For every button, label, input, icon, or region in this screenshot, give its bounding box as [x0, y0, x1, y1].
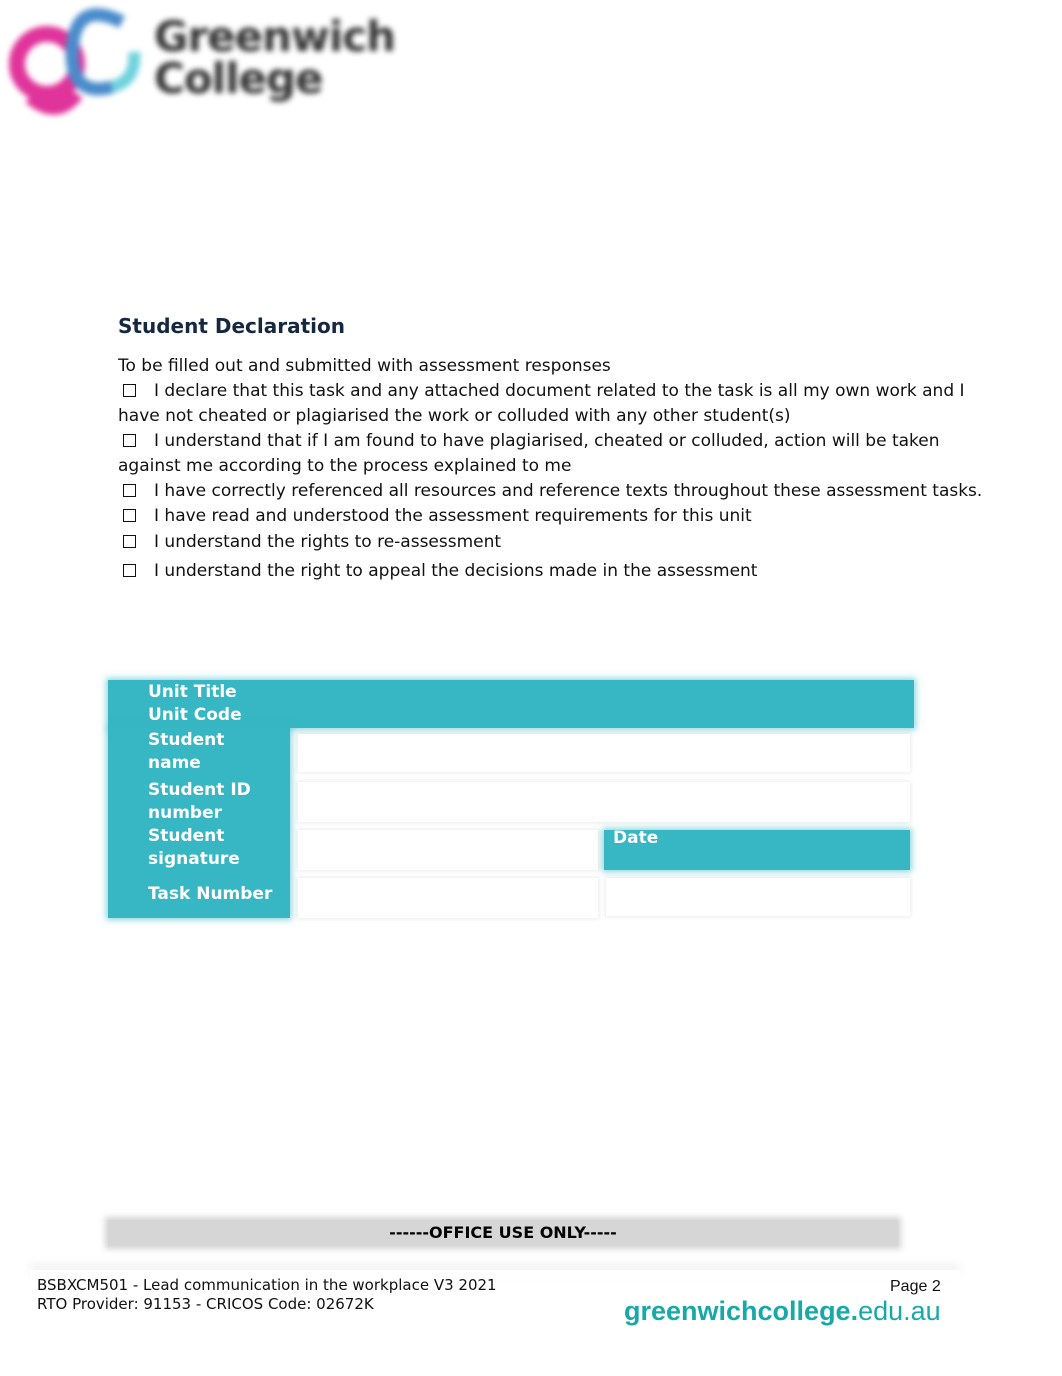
date-header: Date: [604, 828, 910, 870]
student-id-field[interactable]: [298, 782, 910, 822]
college-logo: Greenwich College: [2, 2, 442, 117]
student-signature-label-2: signature: [148, 849, 240, 869]
student-name-field[interactable]: [298, 734, 910, 772]
declaration-item-text: I understand the rights to re-assessment: [154, 532, 502, 552]
declaration-list: To be filled out and submitted with asse…: [118, 354, 998, 584]
student-signature-label-1: Student: [148, 826, 225, 846]
unit-code-label: Unit Code: [148, 705, 242, 725]
declaration-item: I have read and understood the assessmen…: [118, 504, 998, 529]
footer-info: BSBXCM501 - Lead communication in the wo…: [37, 1276, 497, 1314]
website-tld: edu.au: [858, 1296, 941, 1326]
declaration-item: I understand the right to appeal the dec…: [118, 559, 998, 584]
checkbox-referenced[interactable]: [123, 484, 136, 497]
checkbox-own-work[interactable]: [123, 384, 136, 397]
student-id-label-2: number: [148, 803, 223, 823]
page-number: Page 2: [890, 1278, 941, 1295]
declaration-item-text: I understand that if I am found to have …: [118, 431, 940, 476]
declaration-item: I understand the rights to re-assessment: [118, 530, 998, 555]
task-number-label: Task Number: [148, 884, 273, 904]
checkbox-plagiarism-consequence[interactable]: [123, 434, 136, 447]
declaration-item-text: I have correctly referenced all resource…: [154, 481, 983, 501]
unit-title-label: Unit Title: [148, 682, 237, 702]
page-title: Student Declaration: [118, 314, 345, 338]
office-use-banner: ------OFFICE USE ONLY-----: [108, 1220, 898, 1246]
declaration-item: I understand that if I am found to have …: [118, 429, 998, 479]
date-field[interactable]: [606, 878, 910, 916]
student-details-table: Unit Title Unit Code Student name Studen…: [108, 678, 914, 918]
website-link[interactable]: greenwichcollege.edu.au: [624, 1296, 941, 1327]
logo-mark-icon: [9, 8, 141, 115]
footer-unit-line: BSBXCM501 - Lead communication in the wo…: [37, 1276, 497, 1294]
declaration-item: I declare that this task and any attache…: [118, 379, 998, 429]
checkbox-appeal[interactable]: [123, 564, 136, 577]
task-number-field[interactable]: [298, 878, 598, 918]
logo-line-2: College: [154, 54, 324, 103]
date-label: Date: [613, 828, 659, 848]
student-name-label-1: Student: [148, 730, 225, 750]
website-domain-bold: greenwichcollege.: [624, 1296, 859, 1326]
declaration-item: I have correctly referenced all resource…: [118, 479, 998, 504]
student-signature-field[interactable]: [298, 830, 598, 870]
logo-wordmark: Greenwich College: [154, 12, 396, 103]
checkbox-read-requirements[interactable]: [123, 509, 136, 522]
logo-line-1: Greenwich: [154, 12, 396, 61]
student-id-label-1: Student ID: [148, 780, 251, 800]
label-column: Student name Student ID number Student s…: [108, 728, 290, 918]
checkbox-reassessment[interactable]: [123, 535, 136, 548]
unit-header-row: Unit Title Unit Code: [108, 680, 914, 728]
student-name-label-2: name: [148, 753, 201, 773]
declaration-item-text: I declare that this task and any attache…: [118, 381, 965, 426]
declaration-intro: To be filled out and submitted with asse…: [118, 356, 611, 376]
declaration-item-text: I have read and understood the assessmen…: [154, 506, 752, 526]
declaration-item-text: I understand the right to appeal the dec…: [154, 561, 758, 581]
footer-rto-line: RTO Provider: 91153 - CRICOS Code: 02672…: [37, 1295, 374, 1313]
